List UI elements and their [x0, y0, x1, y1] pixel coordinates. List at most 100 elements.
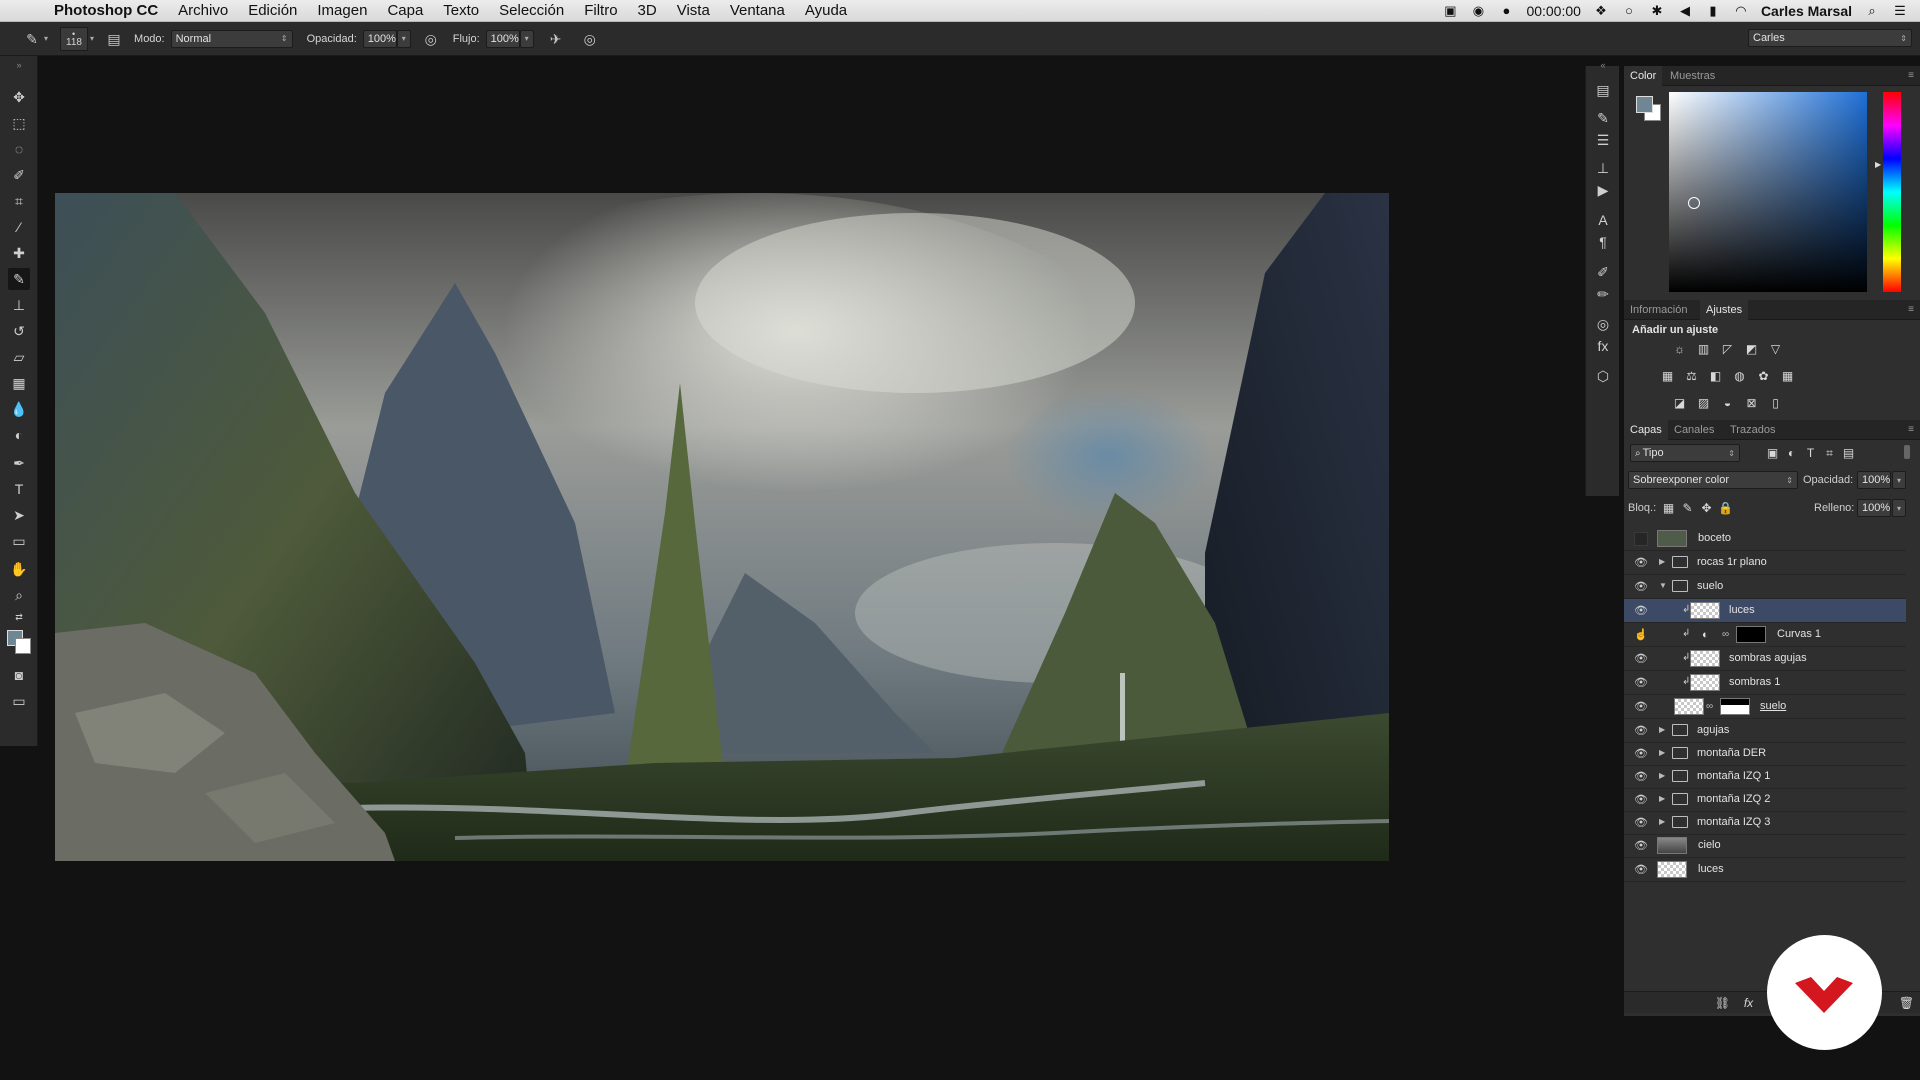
- levels-icon[interactable]: ▥: [1695, 342, 1712, 357]
- eye-icon[interactable]: 👁: [1634, 580, 1648, 594]
- brush-panel-icon[interactable]: ▤: [104, 29, 124, 49]
- layer-filter-select[interactable]: ⌕ Tipo ⇕: [1630, 444, 1740, 462]
- layer-row[interactable]: 👁 ∞ suelo: [1624, 695, 1906, 719]
- path-selection-tool-icon[interactable]: ➤: [8, 504, 30, 526]
- status-circle-icon[interactable]: ○: [1621, 4, 1637, 18]
- expand-group-icon[interactable]: ▶: [1659, 748, 1665, 757]
- libraries-panel-icon[interactable]: ◎: [1593, 314, 1613, 334]
- paragraph-panel-icon[interactable]: ¶: [1593, 232, 1613, 252]
- layer-mask-thumbnail[interactable]: [1736, 626, 1766, 643]
- eye-icon[interactable]: 👁: [1634, 863, 1648, 877]
- layer-opacity-input[interactable]: 100%: [1857, 471, 1891, 489]
- history-panel-icon[interactable]: ▤: [1593, 80, 1613, 100]
- tab-informacion[interactable]: Información: [1624, 300, 1693, 320]
- styles-panel-icon[interactable]: fx: [1593, 336, 1613, 356]
- expand-group-icon[interactable]: ▶: [1659, 725, 1665, 734]
- mouse-cursor-icon[interactable]: ☝: [1634, 628, 1648, 642]
- eye-icon[interactable]: 👁: [1634, 747, 1648, 761]
- eye-icon[interactable]: 👁: [1634, 770, 1648, 784]
- menu-ayuda[interactable]: Ayuda: [795, 2, 857, 19]
- expand-group-icon[interactable]: ▶: [1659, 817, 1665, 826]
- notification-center-icon[interactable]: ☰: [1892, 4, 1908, 18]
- mask-link-icon[interactable]: ∞: [1706, 701, 1713, 712]
- hue-saturation-icon[interactable]: ▦: [1659, 369, 1676, 384]
- eye-icon[interactable]: 👁: [1634, 816, 1648, 830]
- brush-preset-icon[interactable]: ✎: [22, 29, 42, 49]
- photo-filter-icon[interactable]: ◍: [1731, 369, 1748, 384]
- expand-group-icon[interactable]: ▶: [1659, 557, 1665, 566]
- link-layers-icon[interactable]: ⛓: [1714, 996, 1731, 1011]
- clone-stamp-tool-icon[interactable]: ⊥: [8, 294, 30, 316]
- menu-imagen[interactable]: Imagen: [307, 2, 377, 19]
- preset-dropdown-icon[interactable]: ▾: [44, 34, 48, 43]
- layer-row[interactable]: 👁 ▶ montaña IZQ 3: [1624, 811, 1906, 835]
- lock-position-icon[interactable]: ✥: [1698, 501, 1715, 516]
- layer-row[interactable]: boceto: [1624, 527, 1906, 551]
- curves-icon[interactable]: ◸: [1719, 342, 1736, 357]
- layer-opacity-dropdown[interactable]: ▾: [1892, 471, 1906, 489]
- menu-ventana[interactable]: Ventana: [720, 2, 795, 19]
- quick-mask-icon[interactable]: ◙: [8, 664, 30, 686]
- collapse-group-icon[interactable]: ▼: [1659, 581, 1667, 590]
- move-tool-icon[interactable]: ✥: [8, 86, 30, 108]
- eraser-tool-icon[interactable]: ▱: [8, 346, 30, 368]
- swap-colors-icon[interactable]: ⇄: [8, 606, 30, 628]
- hue-slider[interactable]: [1883, 92, 1901, 292]
- quick-selection-tool-icon[interactable]: ✐: [8, 164, 30, 186]
- properties-panel-icon[interactable]: ☰: [1593, 130, 1613, 150]
- opacity-input[interactable]: 100%: [362, 29, 397, 48]
- brush-size-picker[interactable]: • 118: [60, 26, 89, 51]
- filter-pixel-icon[interactable]: ▣: [1764, 446, 1781, 461]
- color-lookup-icon[interactable]: ▦: [1779, 369, 1796, 384]
- clone-source-panel-icon[interactable]: ⊥: [1593, 158, 1613, 178]
- document-canvas[interactable]: [55, 193, 1389, 861]
- tab-muestras[interactable]: Muestras: [1664, 66, 1721, 86]
- panel-menu-icon[interactable]: ≡: [1908, 304, 1914, 315]
- lock-all-icon[interactable]: 🔒: [1717, 501, 1734, 516]
- fill-input[interactable]: 100%: [1857, 499, 1891, 517]
- add-layer-style-icon[interactable]: fx: [1740, 996, 1757, 1011]
- collapse-panels-icon[interactable]: «: [1593, 60, 1613, 70]
- menu-app-name[interactable]: Photoshop CC: [52, 2, 168, 19]
- 3d-panel-icon[interactable]: ⬡: [1593, 366, 1613, 386]
- creative-cloud-icon[interactable]: ◉: [1470, 4, 1486, 18]
- camera-icon[interactable]: ▣: [1442, 4, 1458, 18]
- bluetooth-icon[interactable]: ✱: [1649, 4, 1665, 18]
- lock-image-icon[interactable]: ✎: [1679, 501, 1696, 516]
- visibility-toggle-off[interactable]: [1634, 532, 1648, 546]
- layer-row[interactable]: 👁 ▶ rocas 1r plano: [1624, 551, 1906, 575]
- layer-row[interactable]: 👁 ▶ montaña IZQ 1: [1624, 765, 1906, 789]
- eye-icon[interactable]: 👁: [1634, 676, 1648, 690]
- layer-row[interactable]: 👁 ↲ sombras 1: [1624, 671, 1906, 695]
- screen-mode-icon[interactable]: ▭: [8, 690, 30, 712]
- color-picker-ring[interactable]: [1688, 197, 1700, 209]
- lock-transparent-icon[interactable]: ▦: [1660, 501, 1677, 516]
- channel-mixer-icon[interactable]: ✿: [1755, 369, 1772, 384]
- gradient-map-icon[interactable]: ▯: [1767, 396, 1784, 411]
- character-panel-icon[interactable]: A: [1593, 210, 1613, 230]
- filter-adjustment-icon[interactable]: ◐: [1783, 446, 1800, 461]
- tab-canales[interactable]: Canales: [1668, 420, 1720, 440]
- flow-dropdown[interactable]: ▾: [519, 29, 534, 48]
- tab-ajustes[interactable]: Ajustes: [1700, 300, 1749, 320]
- menu-capa[interactable]: Capa: [377, 2, 433, 19]
- vibrance-icon[interactable]: ▽: [1767, 342, 1784, 357]
- pressure-size-icon[interactable]: ◎: [580, 29, 600, 49]
- filter-toggle[interactable]: [1904, 445, 1910, 459]
- menu-edicion[interactable]: Edición: [238, 2, 307, 19]
- menu-texto[interactable]: Texto: [433, 2, 489, 19]
- eye-icon[interactable]: 👁: [1634, 724, 1648, 738]
- menu-archivo[interactable]: Archivo: [168, 2, 238, 19]
- eyedropper-tool-icon[interactable]: ⁄: [8, 216, 30, 238]
- user-name[interactable]: Carles Marsal: [1761, 3, 1852, 19]
- eye-icon[interactable]: 👁: [1634, 604, 1648, 618]
- collapse-toolbar-icon[interactable]: »: [8, 60, 30, 70]
- eye-icon[interactable]: 👁: [1634, 839, 1648, 853]
- panel-menu-icon[interactable]: ≡: [1908, 70, 1914, 81]
- color-spectrum-field[interactable]: [1669, 92, 1867, 292]
- filter-smart-object-icon[interactable]: ▤: [1840, 446, 1857, 461]
- rectangle-tool-icon[interactable]: ▭: [8, 530, 30, 552]
- layer-mask-thumbnail[interactable]: [1720, 698, 1750, 715]
- layer-row[interactable]: 👁 ▶ montaña IZQ 2: [1624, 788, 1906, 812]
- expand-group-icon[interactable]: ▶: [1659, 794, 1665, 803]
